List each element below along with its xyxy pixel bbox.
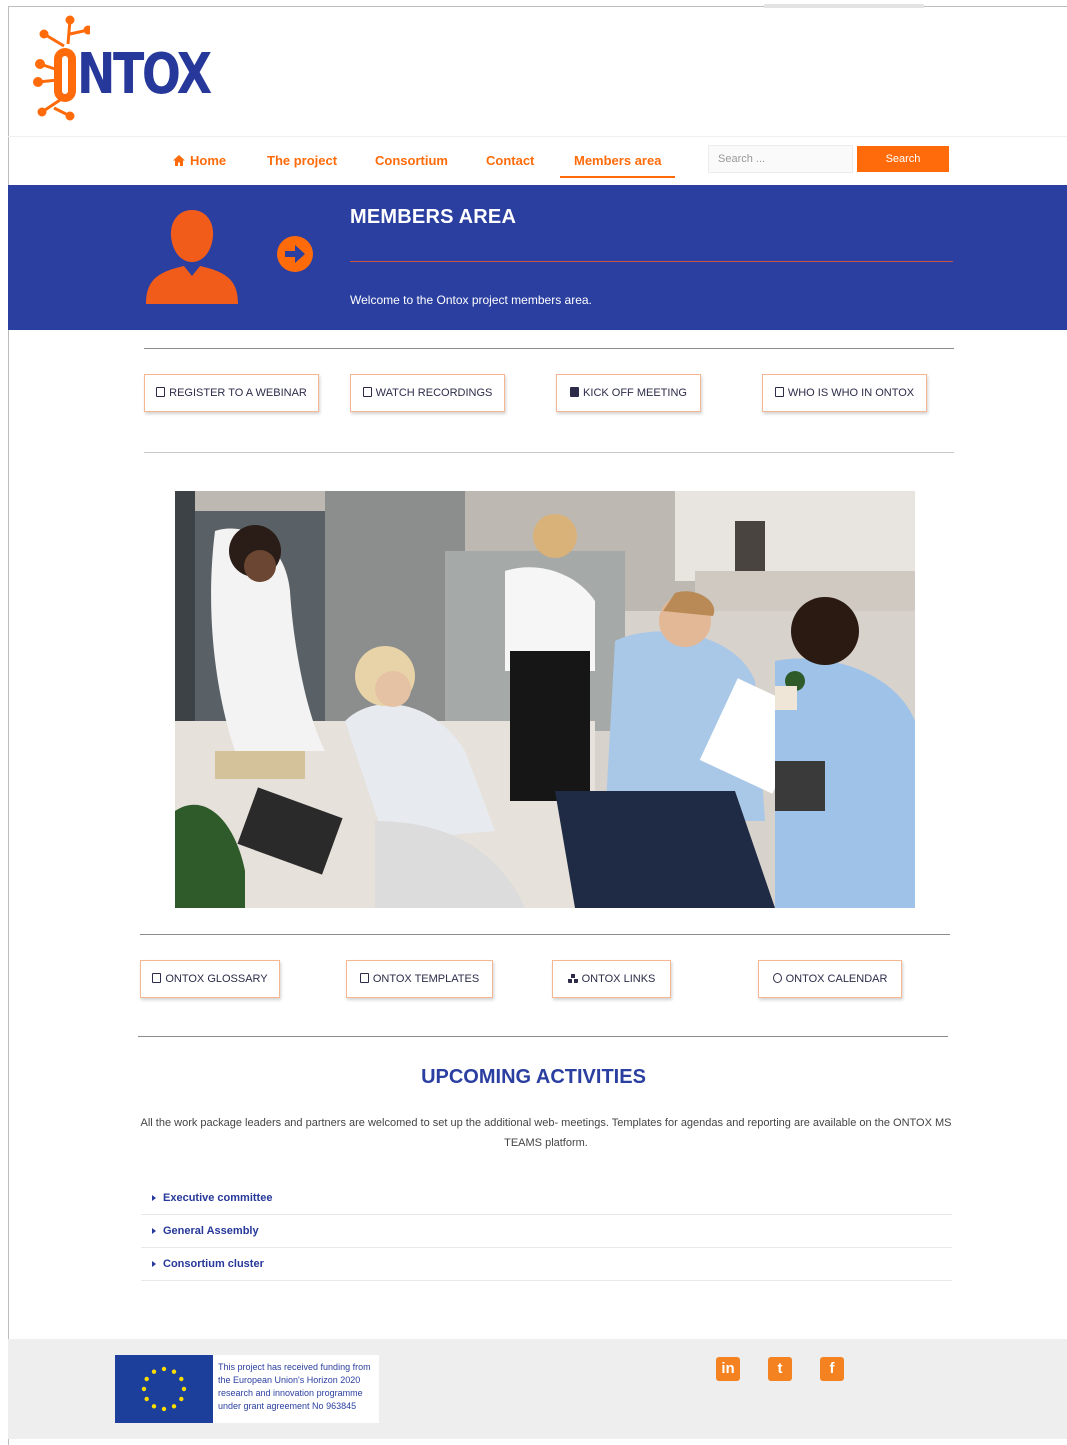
caret-right-icon <box>152 1228 156 1234</box>
divider <box>140 934 950 935</box>
watch-recordings-button[interactable]: WATCH RECORDINGS <box>350 374 505 412</box>
document-icon <box>359 973 369 983</box>
facebook-icon[interactable]: f <box>820 1357 844 1381</box>
search-button[interactable]: Search <box>857 146 949 172</box>
button-label: ONTOX LINKS <box>581 973 656 985</box>
divider <box>144 452 954 453</box>
who-is-who-button[interactable]: WHO IS WHO IN ONTOX <box>762 374 927 412</box>
button-label: WHO IS WHO IN ONTOX <box>787 387 915 399</box>
button-label: ONTOX GLOSSARY <box>165 973 268 985</box>
ontox-logo[interactable]: NTOX <box>30 14 212 124</box>
linkedin-icon[interactable]: in <box>716 1357 740 1381</box>
caret-right-icon <box>152 1195 156 1201</box>
main-nav: Home The project Consortium Contact Memb… <box>8 136 1067 184</box>
top-scroll-strip <box>764 4 924 8</box>
button-label: ONTOX TEMPLATES <box>372 973 480 985</box>
divider <box>138 1036 948 1037</box>
ontox-links-button[interactable]: ONTOX LINKS <box>552 960 671 998</box>
accordion-consortium-cluster[interactable]: Consortium cluster <box>141 1248 952 1281</box>
eu-star <box>151 1369 157 1374</box>
register-webinar-button[interactable]: REGISTER TO A WEBINAR <box>144 374 319 412</box>
eu-flag-icon <box>115 1355 213 1423</box>
eu-star <box>171 1404 177 1409</box>
nav-home-label: Home <box>190 153 227 168</box>
calendar-icon <box>156 387 166 397</box>
accordion-general-assembly[interactable]: General Assembly <box>141 1215 952 1248</box>
hero-subtitle: Welcome to the Ontox project members are… <box>350 293 592 307</box>
eu-funding-notice: This project has received funding from t… <box>115 1355 379 1423</box>
eu-star <box>161 1406 167 1412</box>
kick-off-meeting-button[interactable]: KICK OFF MEETING <box>556 374 701 412</box>
eu-star <box>179 1376 184 1382</box>
eu-star <box>144 1376 149 1382</box>
caret-right-icon <box>152 1261 156 1267</box>
nav-members-area[interactable]: Members area <box>560 153 676 178</box>
eu-star <box>151 1404 157 1409</box>
accordion-executive-committee[interactable]: Executive committee <box>141 1182 952 1215</box>
arrow-right-circle-icon <box>277 236 313 272</box>
footer: This project has received funding from t… <box>8 1339 1067 1439</box>
button-label: ONTOX CALENDAR <box>785 973 888 985</box>
team-meeting-photo <box>175 491 915 908</box>
accordion-label: Executive committee <box>163 1192 273 1204</box>
accordion-label: General Assembly <box>163 1225 259 1237</box>
ontox-templates-button[interactable]: ONTOX TEMPLATES <box>346 960 493 998</box>
user-icon <box>146 210 238 304</box>
logo-text: NTOX <box>77 42 212 107</box>
eu-star <box>181 1386 187 1392</box>
eu-star <box>171 1369 177 1374</box>
twitter-icon[interactable]: t <box>768 1357 792 1381</box>
nav-the-project[interactable]: The project <box>267 153 337 168</box>
page-title: MEMBERS AREA <box>350 206 517 228</box>
search-input[interactable]: Search ... <box>708 145 853 173</box>
funding-text: This project has received funding from t… <box>218 1362 371 1411</box>
play-icon <box>362 387 372 397</box>
button-label: REGISTER TO A WEBINAR <box>169 387 307 399</box>
eu-star <box>179 1396 184 1402</box>
members-hero: MEMBERS AREA Welcome to the Ontox projec… <box>8 185 1067 330</box>
eu-star <box>141 1386 147 1392</box>
button-label: WATCH RECORDINGS <box>375 387 493 399</box>
home-icon <box>173 155 185 166</box>
eu-star <box>161 1366 167 1372</box>
nav-contact[interactable]: Contact <box>486 153 534 168</box>
divider <box>144 348 954 349</box>
button-label: KICK OFF MEETING <box>583 387 687 399</box>
hero-divider <box>350 261 953 262</box>
nav-home[interactable]: Home <box>173 153 226 168</box>
upcoming-activities-heading: UPCOMING ACTIVITIES <box>421 1066 646 1088</box>
sitemap-icon <box>567 974 578 983</box>
nav-consortium[interactable]: Consortium <box>375 153 448 168</box>
eu-star <box>144 1396 149 1402</box>
contact-book-icon <box>774 387 784 397</box>
ontox-calendar-button[interactable]: ONTOX CALENDAR <box>758 960 902 998</box>
document-icon <box>152 973 162 983</box>
video-icon <box>570 387 580 397</box>
clock-icon <box>772 973 782 983</box>
activities-description: All the work package leaders and partner… <box>140 1117 952 1149</box>
accordion-label: Consortium cluster <box>163 1258 264 1270</box>
ontox-glossary-button[interactable]: ONTOX GLOSSARY <box>140 960 280 998</box>
